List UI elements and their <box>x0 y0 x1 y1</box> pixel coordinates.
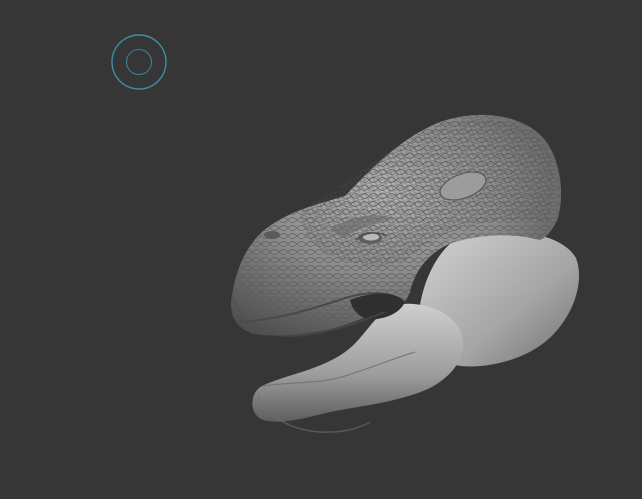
sculpt-viewport[interactable] <box>0 0 642 499</box>
sculpted-creature-head-icon[interactable] <box>0 0 642 499</box>
